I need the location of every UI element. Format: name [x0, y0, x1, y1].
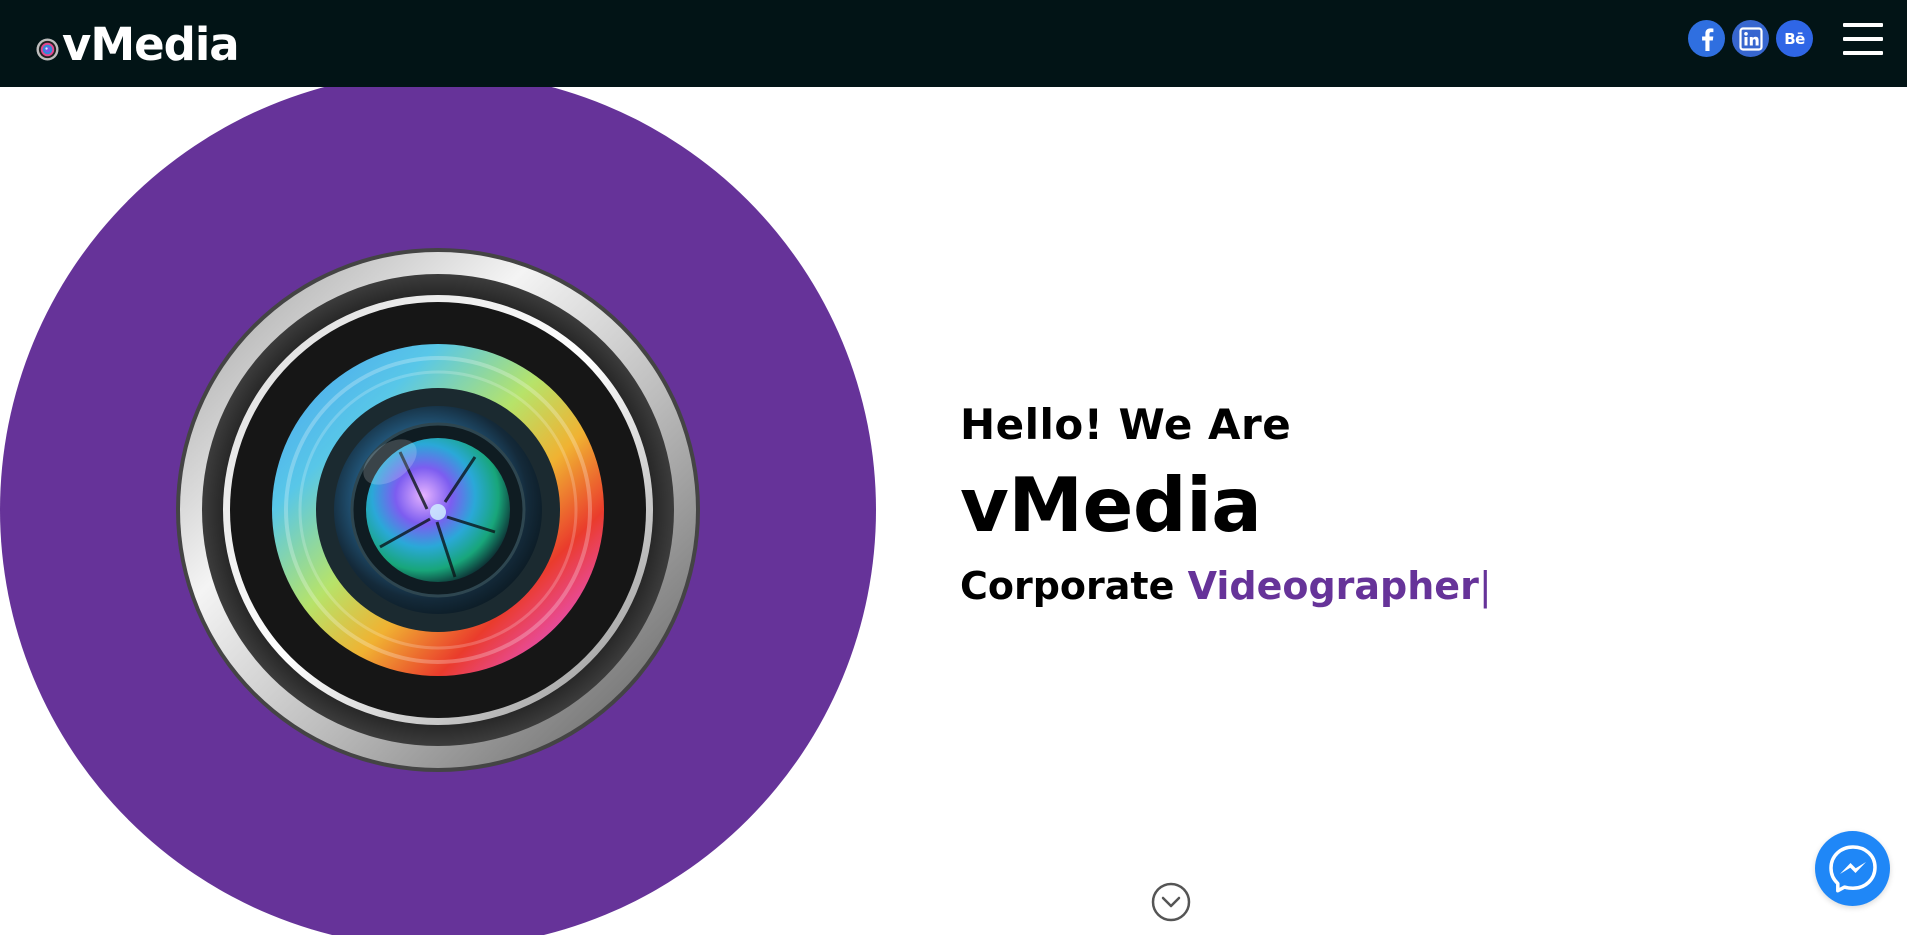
- behance-button[interactable]: Bē: [1776, 20, 1813, 57]
- hero-role-prefix: Corporate: [960, 564, 1175, 608]
- linkedin-icon: [1738, 26, 1763, 51]
- linkedin-button[interactable]: [1732, 20, 1769, 57]
- header-bar: vMedia Bē: [0, 0, 1907, 87]
- hero-role-typed: Videographer: [1187, 564, 1479, 608]
- social-links: Bē: [1688, 20, 1813, 57]
- camera-lens-logo-icon: [36, 37, 59, 61]
- hero-intro: Hello! We Are vMedia Corporate Videograp…: [960, 400, 1492, 606]
- messenger-icon: [1828, 844, 1877, 892]
- hero-brand-title: vMedia: [960, 461, 1262, 549]
- hero-background: [0, 0, 1907, 935]
- chevron-down-circle-icon[interactable]: [1151, 882, 1191, 922]
- logo-text: vMedia: [62, 17, 240, 71]
- camera-lens-illustration: [176, 248, 700, 772]
- hamburger-menu-icon[interactable]: [1843, 23, 1883, 57]
- behance-icon: Bē: [1784, 29, 1805, 48]
- typing-cursor: |: [1478, 564, 1492, 608]
- hero-role-line: Corporate Videographer|: [960, 567, 1492, 605]
- facebook-button[interactable]: [1688, 20, 1725, 57]
- hero-greeting: Hello! We Are: [960, 400, 1292, 449]
- facebook-icon: [1701, 27, 1713, 51]
- page: vMedia Bē Hello! We Are vMedia Corporate…: [0, 0, 1907, 935]
- site-logo[interactable]: vMedia: [36, 16, 240, 72]
- messenger-chat-button[interactable]: [1815, 831, 1890, 906]
